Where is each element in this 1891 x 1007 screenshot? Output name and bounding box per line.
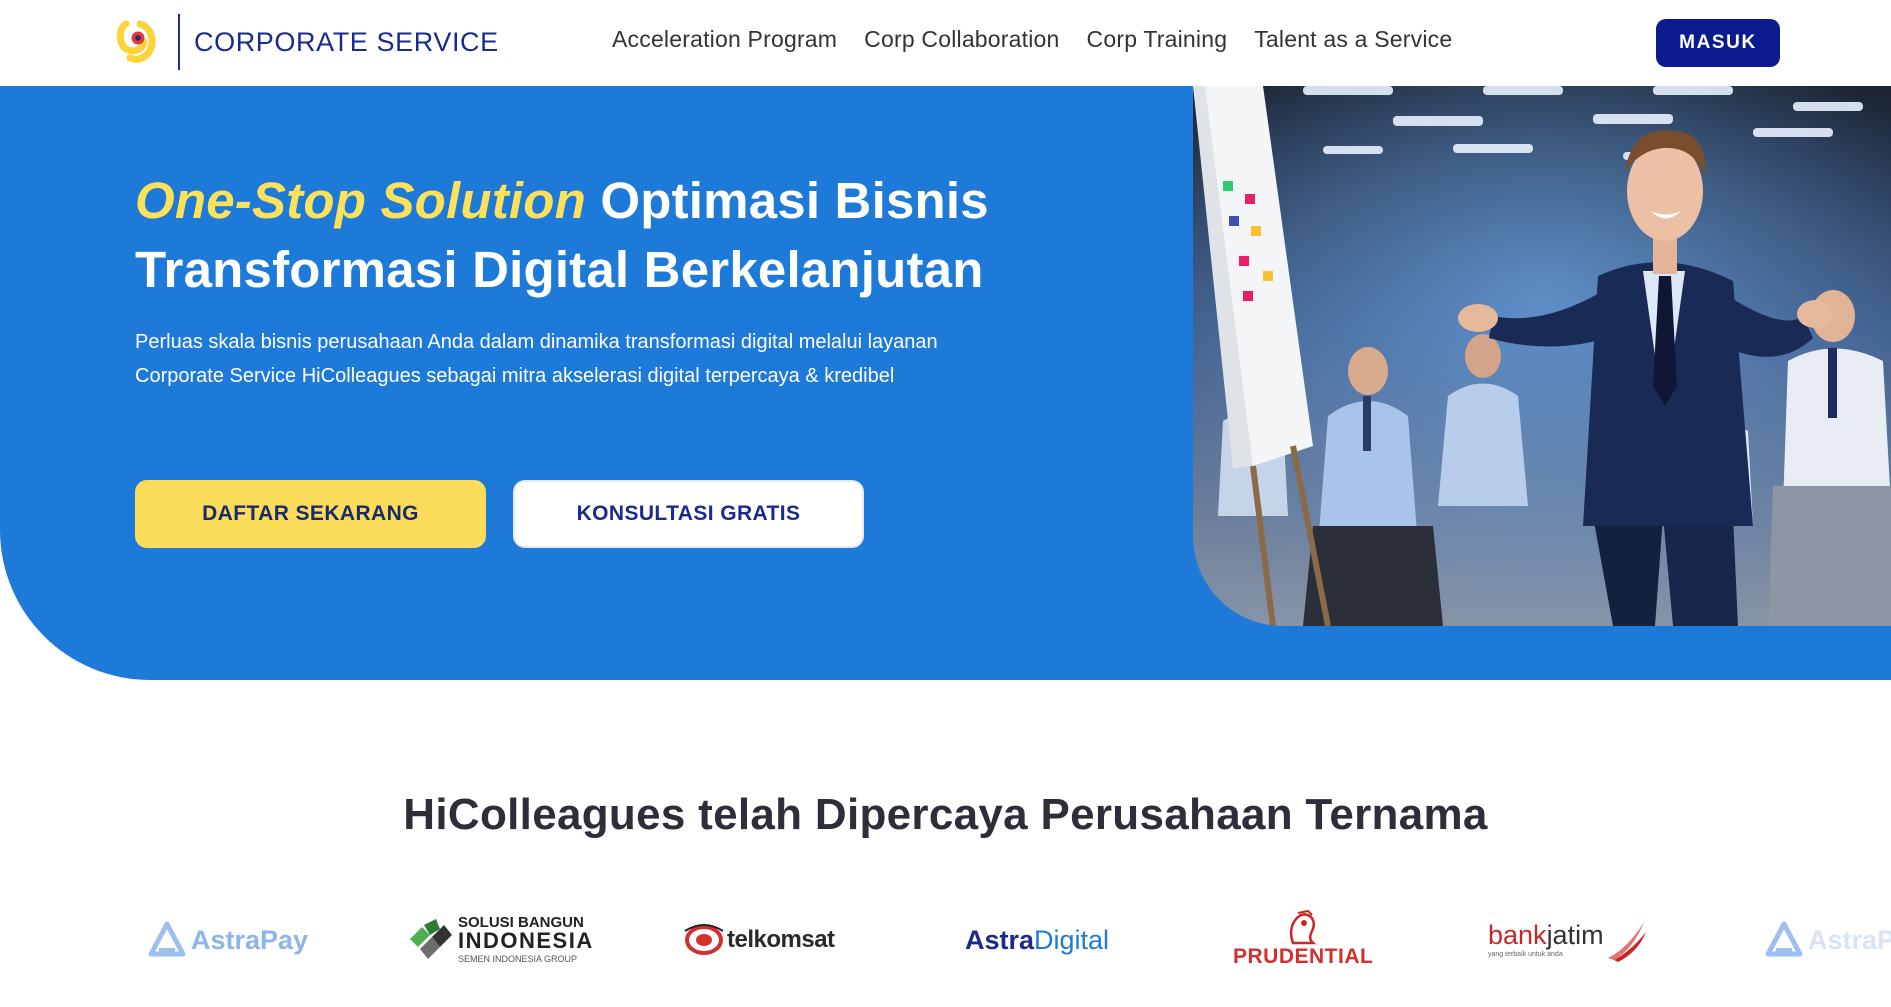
bank-jatim-text-a: bank (1488, 920, 1547, 950)
logo-astrapay: AstraPay (147, 910, 308, 970)
astrapay-logo-text-repeat: AstraPay (1808, 924, 1891, 955)
telkomsat-logo-icon (684, 924, 724, 955)
free-consultation-button[interactable]: KONSULTASI GRATIS (513, 480, 864, 548)
register-now-button[interactable]: DAFTAR SEKARANG (135, 480, 486, 548)
hero-description: Perluas skala bisnis perusahaan Anda dal… (135, 331, 938, 387)
nav-link-acceleration-program[interactable]: Acceleration Program (612, 26, 837, 53)
astrapay-logo-icon (148, 921, 186, 957)
sbi-logo-text: SOLUSI BANGUN INDONESIA SEMEN INDONESIA … (458, 915, 594, 964)
prudential-logo-icon (1290, 909, 1317, 945)
brand-text: CORPORATE SERVICE (194, 26, 499, 57)
nav-link-corp-collaboration[interactable]: Corp Collaboration (864, 26, 1059, 53)
hero-title-rest: Optimasi Bisnis (586, 172, 989, 229)
hero-title-highlight: One-Stop Solution (135, 172, 586, 229)
brand-divider (178, 14, 180, 70)
astrapay-logo-icon-repeat (1765, 921, 1803, 957)
navbar: CORPORATE SERVICE Acceleration Program C… (0, 0, 1891, 86)
hicolleagues-logo-icon (116, 18, 160, 66)
nav-link-corp-training[interactable]: Corp Training (1087, 26, 1228, 53)
hero-section: One-Stop Solution Optimasi Bisnis Transf… (0, 86, 1891, 680)
bank-jatim-text-b: jatim (1546, 920, 1604, 950)
hero-presenter-image (1193, 86, 1891, 626)
sbi-logo-icon (410, 919, 452, 959)
clients-section-title: HiColleagues telah Dipercaya Perusahaan … (403, 790, 1488, 839)
telkomsat-logo-text: telkomsat (727, 926, 835, 953)
main-nav: Acceleration Program Corp Collaboration … (612, 26, 1479, 53)
astradigital-logo-text-a: Astra (965, 924, 1035, 955)
bank-jatim-wordmark: bankjatim (1488, 922, 1604, 949)
hero-title-line-2: Transformasi Digital Berkelanjutan (135, 241, 984, 298)
logo-telkomsat: telkomsat (683, 910, 835, 970)
sbi-logo-line2: INDONESIA (458, 927, 594, 953)
prudential-logo-text: PRUDENTIAL (1233, 945, 1374, 968)
sbi-logo-line3: SEMEN INDONESIA GROUP (458, 953, 578, 964)
bank-jatim-text-block: bankjatim yang terbaik untuk anda (1488, 922, 1604, 959)
astrapay-logo-text: AstraPay (191, 924, 309, 955)
logo-astradigital: Astra Digital (965, 910, 1109, 970)
logo-prudential: PRUDENTIAL (1233, 906, 1373, 972)
astradigital-logo-text-b: Digital (1034, 924, 1110, 955)
brand[interactable]: CORPORATE SERVICE (116, 14, 499, 70)
login-button[interactable]: MASUK (1656, 19, 1780, 67)
logo-astrapay-repeat: AstraPay (1764, 910, 1891, 970)
bank-jatim-tagline: yang terbaik untuk anda (1488, 951, 1563, 958)
bank-jatim-swoosh-icon (1607, 922, 1646, 962)
nav-link-talent-as-a-service[interactable]: Talent as a Service (1254, 26, 1452, 53)
hero-title: One-Stop Solution Optimasi Bisnis Transf… (135, 166, 1035, 304)
logo-bank-jatim: bankjatim yang terbaik untuk anda (1488, 910, 1648, 970)
logo-solusi-bangun-indonesia: SOLUSI BANGUN INDONESIA SEMEN INDONESIA … (410, 908, 594, 970)
